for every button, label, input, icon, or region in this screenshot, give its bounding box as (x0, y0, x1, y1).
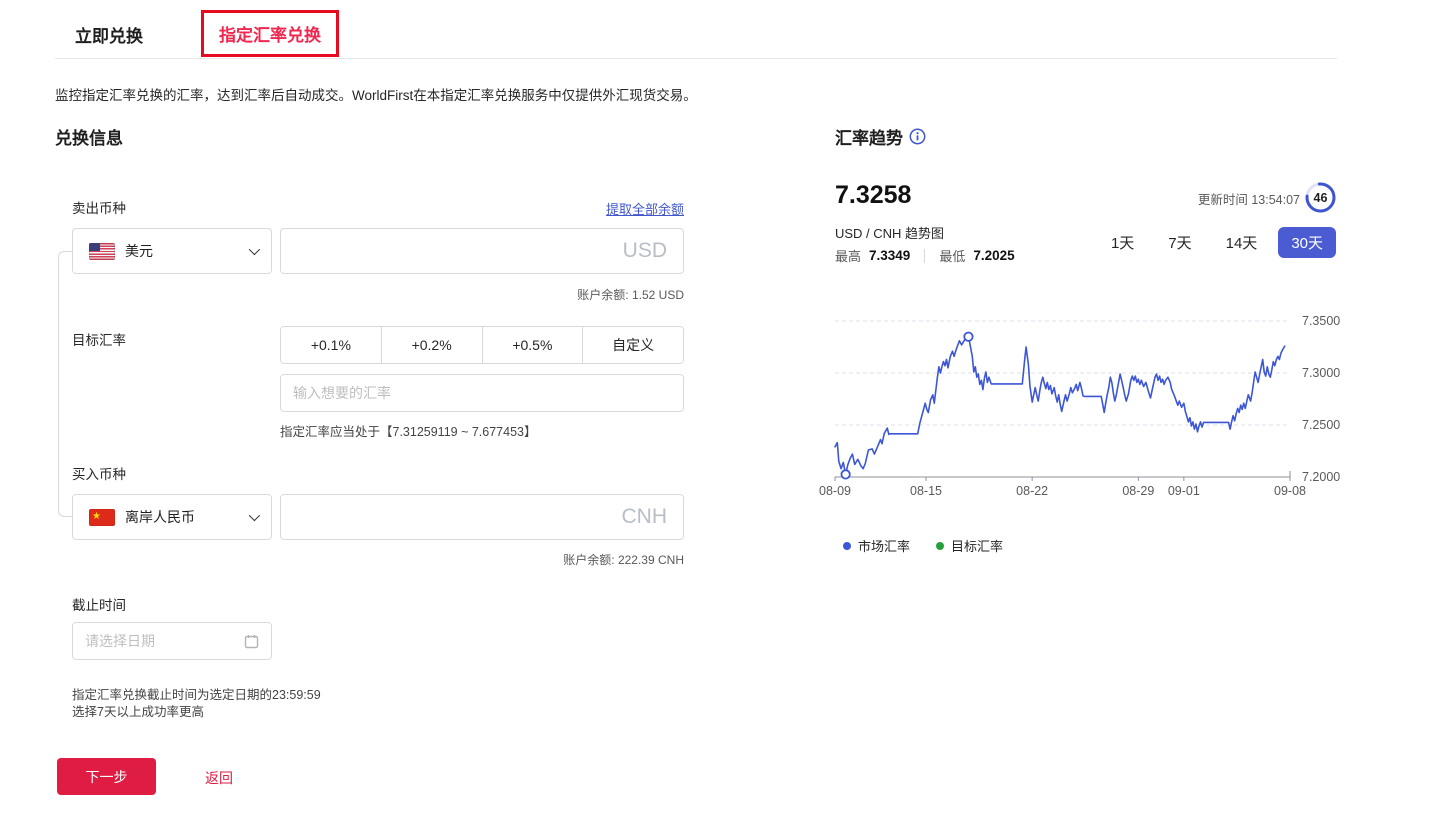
low-value: 7.2025 (973, 248, 1014, 263)
us-flag-icon (89, 243, 115, 260)
page-description: 监控指定汇率兑换的汇率，达到汇率后自动成交。WorldFirst在本指定汇率兑换… (55, 84, 697, 104)
currency-pair-connector (58, 251, 72, 517)
back-button[interactable]: 返回 (205, 768, 233, 788)
legend-label: 目标汇率 (951, 536, 1003, 555)
next-step-button[interactable]: 下一步 (57, 758, 156, 795)
calendar-icon (244, 634, 259, 649)
legend-label: 市场汇率 (858, 536, 910, 555)
market-rate-dot-icon (843, 542, 851, 550)
tabs-divider (55, 58, 1337, 59)
x-axis-tick-label: 08-29 (1122, 484, 1154, 498)
trend-chart-svg (835, 315, 1290, 485)
info-icon[interactable] (909, 128, 926, 145)
exchange-page: 立即兑换 指定汇率兑换 监控指定汇率兑换的汇率，达到汇率后自动成交。WorldF… (0, 0, 1437, 815)
sell-currency-select[interactable]: 美元 (72, 228, 272, 274)
period-tab-1d[interactable]: 1天 (1098, 227, 1147, 258)
y-axis-tick-label: 7.2500 (1302, 418, 1340, 432)
sell-currency-name: 美元 (125, 241, 249, 261)
low-label: 最低 (939, 246, 965, 265)
x-axis-tick-label: 09-01 (1168, 484, 1200, 498)
rate-offset-button-0.1[interactable]: +0.1% (281, 327, 381, 363)
target-rate-dot-icon (936, 542, 944, 550)
sell-currency-label: 卖出币种 (72, 197, 126, 217)
sell-currency-code: USD (623, 239, 667, 263)
target-rate-range-hint: 指定汇率应当处于【7.31259119 ~ 7.677453】 (280, 421, 537, 440)
deadline-label: 截止时间 (72, 594, 126, 614)
y-axis-labels: 7.3500 7.3000 7.2500 7.2000 (1302, 315, 1362, 485)
pair-label: USD / CNH 趋势图 (835, 223, 944, 242)
period-tab-7d[interactable]: 7天 (1155, 227, 1204, 258)
buy-currency-select[interactable]: 离岸人民币 (72, 494, 272, 540)
sell-account-balance: 账户余额: 1.52 USD (577, 286, 684, 303)
buy-amount-input[interactable]: CNH (280, 494, 684, 540)
chevron-down-icon (249, 510, 260, 521)
annotation-highlight-box: 指定汇率兑换 (201, 10, 339, 57)
y-axis-tick-label: 7.2000 (1302, 470, 1340, 484)
target-rate-label: 目标汇率 (72, 329, 126, 349)
y-axis-tick-label: 7.3000 (1302, 366, 1340, 380)
tab-instant-exchange[interactable]: 立即兑换 (75, 22, 143, 47)
withdraw-all-balance-link[interactable]: 提取全部余额 (606, 199, 684, 218)
refresh-countdown: 46 (1304, 181, 1337, 219)
high-label: 最高 (835, 246, 861, 265)
chevron-down-icon (249, 244, 260, 255)
x-axis-tick-label: 08-22 (1016, 484, 1048, 498)
high-low-divider (924, 249, 925, 263)
rate-offset-button-custom[interactable]: 自定义 (582, 327, 683, 363)
high-low-row: 最高 7.3349 最低 7.2025 (835, 246, 1015, 265)
target-rate-placeholder: 输入想要的汇率 (293, 383, 391, 403)
tab-target-rate-exchange[interactable]: 指定汇率兑换 (204, 13, 336, 54)
current-rate-value: 7.3258 (835, 181, 911, 210)
y-axis-tick-label: 7.3500 (1302, 314, 1340, 328)
x-axis-tick-label: 08-15 (910, 484, 942, 498)
trend-section-title: 汇率趋势 (835, 124, 903, 149)
buy-account-balance: 账户余额: 222.39 CNH (563, 551, 684, 568)
update-time-label: 更新时间 (1198, 193, 1248, 207)
update-time-row: 更新时间 13:54:07 (1198, 189, 1300, 208)
countdown-value: 46 (1314, 191, 1328, 205)
rate-offset-button-0.2[interactable]: +0.2% (381, 327, 482, 363)
legend-item-target-rate: 目标汇率 (936, 536, 1003, 555)
deadline-date-input[interactable]: 请选择日期 (72, 622, 272, 660)
x-axis-labels: 08-0908-1508-2208-2909-0109-08 (835, 484, 1290, 500)
form-section-title: 兑换信息 (55, 124, 123, 149)
deadline-hint-2: 选择7天以上成功率更高 (72, 701, 204, 720)
buy-currency-label: 买入币种 (72, 463, 126, 483)
deadline-placeholder: 请选择日期 (85, 631, 155, 651)
x-axis-tick-label: 09-08 (1274, 484, 1306, 498)
trend-chart (835, 315, 1290, 485)
countdown-ring-icon: 46 (1304, 181, 1337, 214)
period-tab-30d[interactable]: 30天 (1278, 227, 1336, 258)
x-axis-tick-label: 08-09 (819, 484, 851, 498)
buy-currency-name: 离岸人民币 (125, 507, 249, 527)
period-tab-14d[interactable]: 14天 (1213, 227, 1271, 258)
sell-amount-input[interactable]: USD (280, 228, 684, 274)
rate-offset-group: +0.1% +0.2% +0.5% 自定义 (280, 326, 684, 364)
period-tabs: 1天 7天 14天 30天 (1098, 227, 1336, 258)
buy-currency-code: CNH (622, 505, 668, 529)
legend-item-market-rate: 市场汇率 (843, 536, 910, 555)
update-time-value: 13:54:07 (1251, 193, 1300, 207)
rate-offset-button-0.5[interactable]: +0.5% (482, 327, 583, 363)
high-value: 7.3349 (869, 248, 910, 263)
chart-legend: 市场汇率 目标汇率 (843, 536, 1003, 555)
china-flag-icon (89, 509, 115, 526)
target-rate-input[interactable]: 输入想要的汇率 (280, 374, 684, 412)
